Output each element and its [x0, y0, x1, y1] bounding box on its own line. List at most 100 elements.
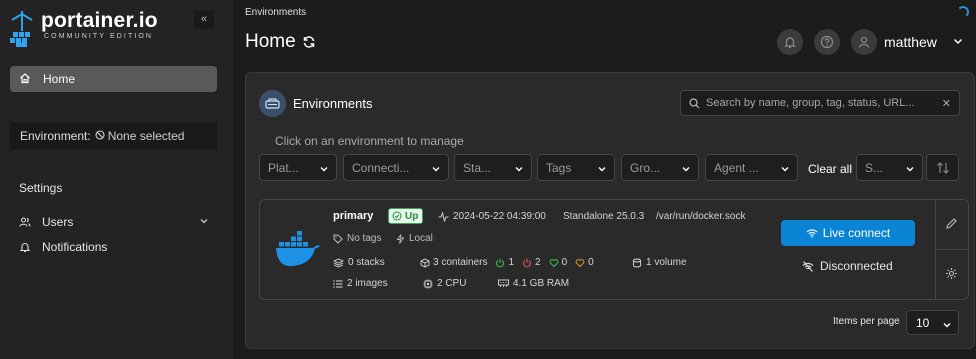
sidebar-item-label: Users — [42, 215, 74, 229]
logo-subtitle: COMMUNITY EDITION — [44, 33, 154, 40]
sort-label: S... — [865, 160, 884, 175]
volumes: 1 volume — [632, 257, 687, 268]
sidebar-item-label: Notifications — [42, 240, 108, 254]
database-icon — [632, 258, 642, 268]
last-check: 2024-05-22 04:39:00 — [438, 211, 546, 222]
sidebar-item-home[interactable]: Home — [10, 66, 217, 92]
ban-icon — [95, 129, 105, 143]
ram-amount: 4.1 GB RAM — [513, 278, 570, 289]
sidebar-item-label: Home — [43, 72, 76, 86]
portainer-logo[interactable]: portainer.io COMMUNITY EDITION — [9, 10, 158, 48]
chevron-down-icon — [514, 163, 524, 177]
sort-select[interactable]: S... — [856, 154, 923, 181]
filter-status[interactable]: Sta... — [454, 154, 532, 181]
running-count: 1 — [508, 257, 515, 268]
filter-label: Gro... — [630, 160, 661, 175]
tag-icon — [333, 234, 343, 244]
chevron-down-icon — [681, 163, 691, 177]
sort-order-button[interactable] — [926, 154, 959, 181]
help-icon — [820, 35, 834, 49]
filter-label: Tags — [546, 160, 572, 175]
sort-arrows-icon — [936, 161, 950, 174]
items-per-page-value: 10 — [916, 315, 930, 330]
collapse-sidebar-button[interactable]: « — [194, 10, 214, 29]
filter-label: Sta... — [463, 160, 492, 175]
chevron-down-icon — [319, 163, 329, 177]
user-menu-avatar[interactable] — [851, 29, 877, 55]
wifi-off-icon — [802, 260, 814, 272]
environments-icon — [259, 90, 286, 117]
group: Local — [396, 233, 433, 244]
memory-icon — [498, 279, 509, 288]
search-input[interactable] — [706, 97, 932, 109]
environment-type: Standalone 25.0.3 — [563, 211, 645, 222]
users-icon — [19, 216, 32, 228]
refresh-icon[interactable] — [302, 35, 316, 49]
plug-icon — [396, 233, 405, 244]
environment-url: /var/run/docker.sock — [656, 211, 746, 222]
breadcrumb[interactable]: Environments — [245, 7, 306, 18]
list-icon — [333, 279, 343, 289]
filter-platform[interactable]: Plat... — [259, 154, 337, 181]
chevron-down-icon — [199, 215, 209, 229]
user-name[interactable]: matthew — [884, 34, 937, 50]
unhealthy-heart-icon — [575, 258, 585, 268]
stacks-count: 0 stacks — [348, 257, 385, 268]
filter-tags[interactable]: Tags — [537, 154, 615, 181]
environments-card: Environments ✕ Click on an environment t… — [245, 72, 975, 349]
chevron-down-icon — [597, 163, 607, 177]
group-text: Local — [409, 233, 433, 244]
tags-text: No tags — [347, 233, 382, 244]
notifications-button[interactable] — [777, 29, 803, 55]
wifi-icon — [806, 228, 818, 238]
tags: No tags — [333, 233, 381, 244]
items-per-page-select[interactable]: 10 — [906, 310, 959, 335]
running-power-icon — [495, 258, 505, 268]
search-icon — [689, 97, 700, 109]
heartbeat-icon — [392, 211, 402, 221]
status-badge: Up — [388, 208, 424, 224]
clear-all-button[interactable]: Clear all — [808, 162, 852, 176]
containers: 3 containers 1 2 0 0 — [420, 257, 602, 268]
filter-connection[interactable]: Connecti... — [343, 154, 449, 181]
chevron-down-icon — [905, 163, 915, 177]
help-button[interactable] — [814, 29, 840, 55]
chevron-down-icon — [780, 163, 790, 177]
healthy-heart-icon — [549, 258, 559, 268]
filter-agent-version[interactable]: Agent ... — [705, 154, 798, 181]
box-icon — [420, 257, 430, 268]
containers-count: 3 containers — [433, 257, 488, 268]
user-icon — [857, 35, 871, 49]
healthy-count: 0 — [561, 257, 568, 268]
filter-group[interactable]: Gro... — [621, 154, 699, 181]
disconnected-status: Disconnected — [802, 259, 893, 273]
page-title: Home — [245, 31, 316, 53]
card-title: Environments — [293, 96, 373, 111]
loading-spinner-icon — [957, 6, 969, 18]
clear-search-icon[interactable]: ✕ — [942, 97, 951, 110]
activity-icon — [438, 211, 449, 222]
stopped-power-icon — [522, 258, 532, 268]
filter-label: Agent ... — [714, 160, 759, 175]
sidebar-item-notifications[interactable]: Notifications — [19, 238, 209, 256]
items-per-page-label: Items per page — [833, 316, 900, 327]
edit-icon[interactable] — [945, 217, 958, 233]
live-connect-button[interactable]: Live connect — [781, 220, 915, 246]
environment-selector: Environment: None selected — [10, 122, 217, 150]
environment-item[interactable]: primary Up 2024-05-22 04:39:00 Standalon… — [259, 199, 969, 300]
cpu-icon — [423, 279, 433, 289]
gear-icon[interactable] — [945, 267, 958, 283]
home-icon — [19, 72, 33, 87]
chevron-down-icon[interactable] — [952, 35, 964, 50]
search-box[interactable]: ✕ — [680, 90, 960, 116]
cpu: 2 CPU — [423, 278, 466, 289]
chevron-down-icon — [942, 319, 952, 333]
collapse-icon: « — [200, 13, 208, 25]
timestamp: 2024-05-22 04:39:00 — [453, 211, 546, 222]
status-text: Up — [405, 210, 419, 222]
environment-name: primary — [333, 210, 374, 222]
environment-actions — [935, 200, 968, 299]
images: 2 images — [333, 278, 388, 289]
live-connect-label: Live connect — [822, 226, 891, 240]
sidebar-item-users[interactable]: Users — [19, 213, 209, 231]
